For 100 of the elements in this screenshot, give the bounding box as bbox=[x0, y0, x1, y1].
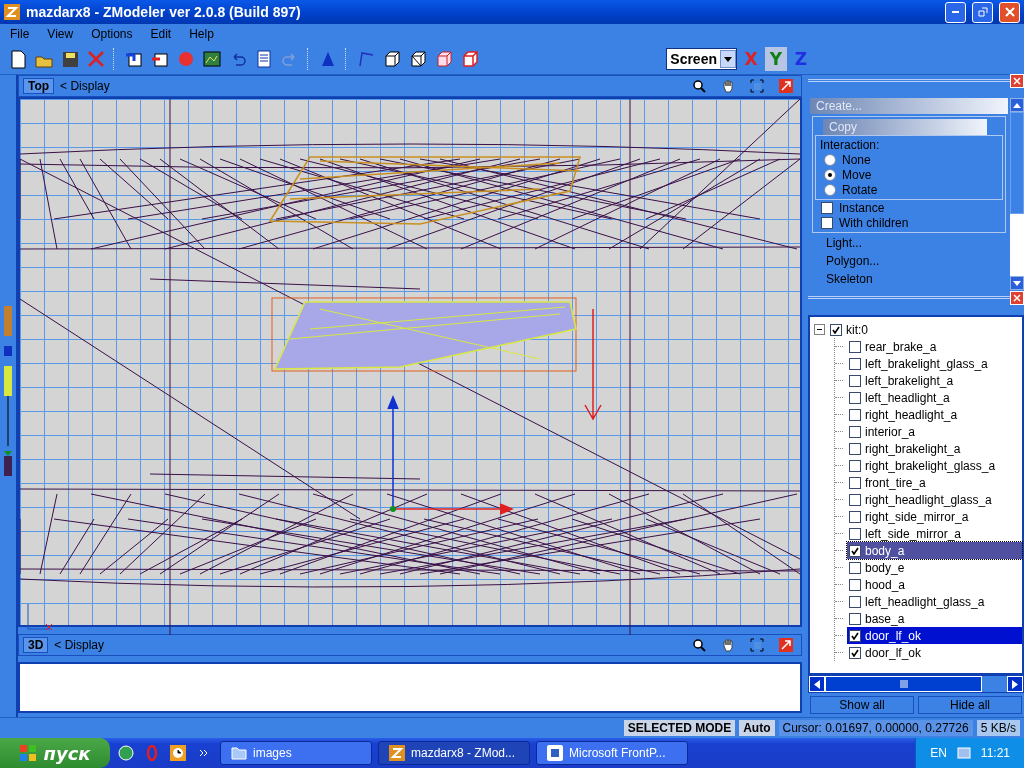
tree-item[interactable]: door_lf_ok bbox=[847, 627, 1022, 644]
frame-icon bbox=[749, 638, 764, 653]
visibility-checkbox[interactable] bbox=[849, 646, 861, 659]
visibility-checkbox[interactable] bbox=[849, 629, 861, 642]
close-button[interactable] bbox=[999, 1, 1020, 23]
checkbox[interactable] bbox=[821, 216, 833, 229]
dropdown-button[interactable] bbox=[720, 50, 736, 68]
tree-item[interactable]: right_headlight_glass_a bbox=[847, 491, 1022, 508]
command-item[interactable]: Skeleton bbox=[810, 271, 1008, 287]
window-title: mazdarx8 - ZModeler ver 2.0.8 (Build 897) bbox=[26, 4, 302, 20]
viewport-name-button[interactable]: 3D bbox=[23, 637, 49, 654]
visibility-checkbox[interactable] bbox=[849, 408, 861, 421]
menu-item[interactable]: View bbox=[39, 27, 82, 41]
visibility-checkbox[interactable] bbox=[849, 493, 861, 506]
checkbox[interactable] bbox=[821, 201, 833, 214]
visibility-checkbox[interactable] bbox=[849, 527, 861, 540]
display-menu[interactable]: < Display bbox=[54, 638, 681, 653]
restore-button[interactable] bbox=[972, 1, 993, 23]
visibility-checkbox[interactable] bbox=[849, 595, 861, 608]
tree-item[interactable]: left_side_mirror_a bbox=[847, 525, 1022, 542]
horizontal-scrollbar[interactable] bbox=[808, 675, 1024, 693]
tree-item[interactable]: left_headlight_a bbox=[847, 389, 1022, 406]
scroll-right-button[interactable] bbox=[1007, 676, 1023, 692]
visibility-checkbox[interactable] bbox=[849, 340, 861, 353]
visibility-checkbox[interactable] bbox=[849, 391, 861, 404]
visibility-checkbox[interactable] bbox=[849, 510, 861, 523]
scroll-down-button[interactable] bbox=[1010, 276, 1024, 290]
taskbar-button[interactable]: mazdarx8 - ZMod... bbox=[378, 741, 530, 765]
minimize-button[interactable] bbox=[945, 1, 966, 23]
close-icon bbox=[1013, 77, 1021, 85]
visibility-checkbox[interactable] bbox=[830, 323, 842, 336]
tree-item[interactable]: right_side_mirror_a bbox=[847, 508, 1022, 525]
maximize-icon bbox=[778, 638, 793, 653]
radio-button[interactable] bbox=[824, 153, 836, 166]
menu-item[interactable]: Options bbox=[83, 27, 141, 41]
vertical-scrollbar[interactable] bbox=[1010, 98, 1024, 290]
landscape-icon bbox=[201, 49, 222, 69]
frame-icon bbox=[749, 79, 764, 93]
tree-item[interactable]: right_brakelight_a bbox=[847, 440, 1022, 457]
scroll-left-button[interactable] bbox=[809, 676, 825, 692]
mode-indicator: SELECTED MODE bbox=[623, 720, 736, 736]
menu-item[interactable]: Edit bbox=[142, 27, 180, 41]
option-label: Rotate bbox=[842, 182, 878, 197]
check-icon bbox=[832, 325, 840, 334]
tree-action-button[interactable]: Show all bbox=[810, 696, 914, 714]
quick-launch-button[interactable] bbox=[168, 742, 188, 764]
visibility-checkbox[interactable] bbox=[849, 374, 861, 387]
tree-item[interactable]: rear_brake_a bbox=[847, 338, 1022, 355]
right-arrow-icon bbox=[1012, 679, 1018, 689]
visibility-checkbox[interactable] bbox=[849, 442, 861, 455]
visibility-checkbox[interactable] bbox=[849, 612, 861, 625]
visibility-checkbox[interactable] bbox=[849, 425, 861, 438]
visibility-checkbox[interactable] bbox=[849, 544, 861, 557]
tree-action-button[interactable]: Hide all bbox=[918, 696, 1022, 714]
tree-item[interactable]: door_lf_ok bbox=[847, 644, 1022, 661]
coordinate-dropdown[interactable]: Screen bbox=[666, 48, 737, 70]
tree-item[interactable]: kit:0 bbox=[828, 321, 1022, 338]
taskbar-button[interactable]: images bbox=[220, 741, 372, 765]
visibility-checkbox[interactable] bbox=[849, 561, 861, 574]
visibility-checkbox[interactable] bbox=[849, 357, 861, 370]
visibility-checkbox[interactable] bbox=[849, 459, 861, 472]
collapse-toggle[interactable] bbox=[814, 324, 825, 335]
viewport-name-button[interactable]: Top bbox=[23, 78, 55, 94]
tree-item[interactable]: left_headlight_glass_a bbox=[847, 593, 1022, 610]
tree-item[interactable]: base_a bbox=[847, 610, 1022, 627]
tree-item[interactable]: left_brakelight_a bbox=[847, 372, 1022, 389]
radio-button[interactable] bbox=[824, 168, 836, 181]
close-icon bbox=[1004, 7, 1015, 17]
command-item[interactable]: Light... bbox=[810, 235, 1008, 251]
radio-button[interactable] bbox=[824, 183, 836, 196]
tree-item[interactable]: body_a bbox=[847, 542, 1022, 559]
start-button[interactable]: пуск bbox=[0, 738, 110, 768]
delete-cross-icon bbox=[85, 49, 106, 69]
tree-item[interactable]: right_headlight_a bbox=[847, 406, 1022, 423]
menu-item[interactable]: File bbox=[2, 27, 38, 41]
menu-item[interactable]: Help bbox=[181, 27, 222, 41]
scroll-up-button[interactable] bbox=[1010, 98, 1024, 112]
grip-icon bbox=[899, 680, 908, 688]
folder-icon bbox=[231, 746, 247, 760]
command-item[interactable]: Polygon... bbox=[810, 253, 1008, 269]
close-panel-button[interactable] bbox=[1010, 291, 1024, 305]
globe-icon bbox=[118, 745, 134, 761]
tree-item[interactable]: front_tire_a bbox=[847, 474, 1022, 491]
tree-item[interactable]: hood_a bbox=[847, 576, 1022, 593]
quick-launch-button[interactable] bbox=[116, 742, 136, 764]
scroll-thumb[interactable] bbox=[825, 676, 982, 692]
visibility-checkbox[interactable] bbox=[849, 578, 861, 591]
tree-item[interactable]: left_brakelight_glass_a bbox=[847, 355, 1022, 372]
tree-item[interactable]: body_e bbox=[847, 559, 1022, 576]
display-menu[interactable]: < Display bbox=[60, 79, 681, 93]
tree-item[interactable]: interior_a bbox=[847, 423, 1022, 440]
taskbar-button[interactable]: Microsoft FrontP... bbox=[536, 741, 688, 765]
monitor-icon bbox=[956, 746, 971, 760]
minimize-icon bbox=[952, 11, 959, 13]
maximize-icon bbox=[778, 79, 793, 93]
visibility-checkbox[interactable] bbox=[849, 476, 861, 489]
close-panel-button[interactable] bbox=[1010, 74, 1024, 88]
app-logo-icon bbox=[389, 745, 405, 761]
cursor-readout: Cursor: 0.01697, 0.00000, 0.27726 bbox=[778, 720, 973, 736]
tree-item[interactable]: right_brakelight_glass_a bbox=[847, 457, 1022, 474]
